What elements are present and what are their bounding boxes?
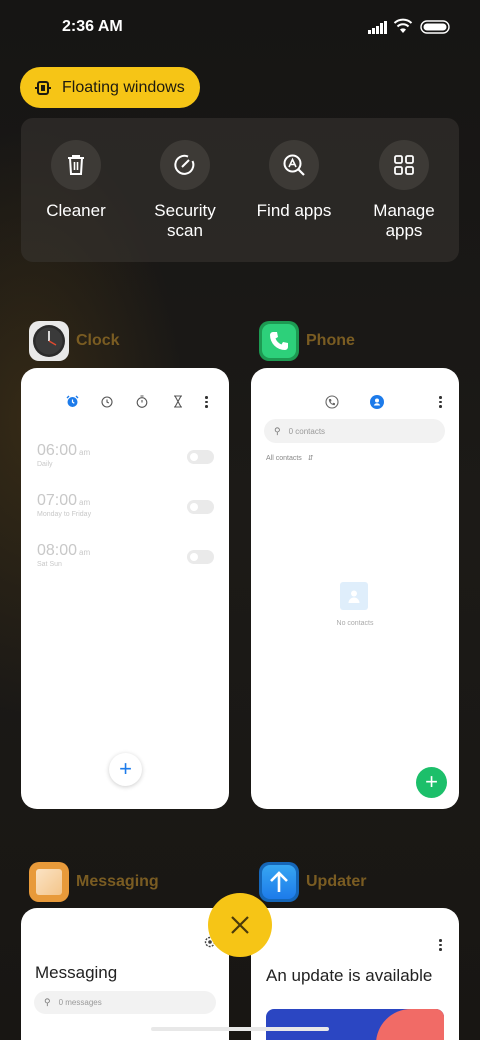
floating-windows-button[interactable]: Floating windows [20, 67, 200, 108]
empty-contacts-illustration [340, 582, 368, 610]
security-scan-button[interactable]: Security scan [130, 140, 240, 241]
cleaner-icon-circle [51, 140, 101, 190]
messaging-app-icon [29, 862, 69, 902]
updater-app-card[interactable]: An update is available [251, 908, 459, 1040]
phone-more-menu-icon[interactable] [439, 396, 442, 408]
alarm-ampm: am [79, 448, 91, 457]
alarm-toggle[interactable] [187, 450, 214, 464]
alarm-item[interactable]: 08:00 am Sat Sun [37, 542, 90, 568]
security-scan-icon [174, 154, 195, 175]
contacts-filter-dropdown[interactable]: All contacts ⇵ [266, 454, 314, 462]
messages-search-placeholder: 0 messages [58, 998, 102, 1007]
trash-icon [68, 155, 84, 175]
manage-apps-label: Manage apps [373, 201, 435, 240]
alarm-ampm: am [79, 548, 91, 557]
updater-app-header[interactable]: Updater [259, 862, 366, 902]
battery-icon [420, 20, 450, 34]
contacts-tab-icon[interactable] [370, 395, 384, 409]
phone-app-name: Phone [306, 332, 355, 349]
clock-icon [33, 325, 65, 357]
alarm-item[interactable]: 06:00 am Daily [37, 442, 90, 468]
status-bar: 2:36 AM [0, 0, 480, 56]
wifi-icon [393, 18, 413, 33]
add-contact-button[interactable]: + [416, 767, 447, 798]
alarm-repeat: Sat Sun [37, 561, 62, 568]
cleaner-label: Cleaner [46, 201, 106, 220]
cell-signal-icon [368, 21, 387, 34]
chevron-up-down-icon: ⇵ [307, 455, 314, 462]
manage-apps-icon-circle [379, 140, 429, 190]
add-alarm-button[interactable]: + [109, 753, 142, 786]
updater-app-icon [259, 862, 299, 902]
alarm-time: 08:00 [37, 542, 78, 559]
phone-handset-icon [270, 332, 288, 350]
messaging-title: Messaging [35, 963, 118, 982]
home-indicator[interactable] [151, 1027, 329, 1031]
alarm-time: 06:00 [37, 442, 78, 459]
alarm-item[interactable]: 07:00 am Monday to Friday [37, 492, 91, 518]
contacts-search-placeholder: 0 contacts [288, 426, 326, 436]
update-title: An update is available [266, 966, 433, 985]
search-icon: ⚲ [44, 997, 51, 1007]
alarm-tab-icon[interactable] [66, 395, 79, 408]
messaging-app-card[interactable]: Messaging ⚲ 0 messages [21, 908, 229, 1040]
phone-app-header[interactable]: Phone [259, 321, 355, 361]
contacts-search-input[interactable]: ⚲ 0 contacts [264, 419, 445, 443]
find-apps-icon [283, 154, 305, 176]
alarm-repeat: Daily [37, 461, 53, 468]
messaging-app-header[interactable]: Messaging [29, 862, 159, 902]
update-banner-shape [376, 1009, 444, 1040]
alarm-ampm: am [79, 498, 91, 507]
messages-search-input[interactable]: ⚲ 0 messages [34, 991, 216, 1014]
contacts-filter-label: All contacts [266, 455, 302, 462]
updater-app-icon-inner [262, 865, 296, 899]
update-banner-image [266, 1009, 444, 1040]
find-apps-icon-circle [269, 140, 319, 190]
cleaner-button[interactable]: Cleaner [21, 140, 131, 221]
close-all-button[interactable] [208, 893, 272, 957]
find-apps-button[interactable]: Find apps [239, 140, 349, 221]
floating-window-icon [35, 80, 51, 95]
arrow-up-icon [270, 871, 288, 892]
clock-app-name: Clock [76, 332, 120, 349]
recents-tab-icon[interactable] [325, 395, 339, 409]
alarm-time: 07:00 [37, 492, 78, 509]
alarm-repeat: Monday to Friday [37, 511, 92, 518]
phone-app-icon-inner [262, 324, 296, 358]
updater-app-name: Updater [306, 873, 367, 890]
quick-actions-panel: Cleaner Security scan Find apps Manage a… [21, 118, 459, 262]
status-time: 2:36 AM [62, 18, 123, 35]
floating-windows-label: Floating windows [62, 78, 185, 96]
phone-app-icon [259, 321, 299, 361]
clock-more-menu-icon[interactable] [205, 396, 208, 408]
manage-apps-button[interactable]: Manage apps [349, 140, 459, 241]
message-bubble-icon [36, 869, 62, 895]
grid-icon [394, 155, 414, 175]
clock-app-card[interactable]: 06:00 am Daily 07:00 am Monday to Friday 0… [21, 368, 229, 809]
alarm-toggle[interactable] [187, 550, 214, 564]
messaging-app-name: Messaging [76, 873, 159, 890]
stopwatch-tab-icon[interactable] [136, 395, 148, 408]
updater-more-menu-icon[interactable] [439, 939, 442, 951]
find-apps-label: Find apps [256, 201, 332, 220]
world-clock-tab-icon[interactable] [101, 396, 113, 408]
clock-app-header[interactable]: Clock [29, 321, 120, 361]
timer-tab-icon[interactable] [173, 395, 183, 408]
security-scan-label: Security scan [154, 201, 216, 240]
phone-app-card[interactable]: ⚲ 0 contacts All contacts ⇵ No contacts … [251, 368, 459, 809]
clock-app-icon [29, 321, 69, 361]
close-icon [231, 916, 249, 934]
alarm-toggle[interactable] [187, 500, 214, 514]
security-scan-icon-circle [160, 140, 210, 190]
empty-contacts-text: No contacts [336, 620, 374, 627]
search-icon: ⚲ [274, 425, 281, 436]
person-icon [348, 590, 360, 603]
